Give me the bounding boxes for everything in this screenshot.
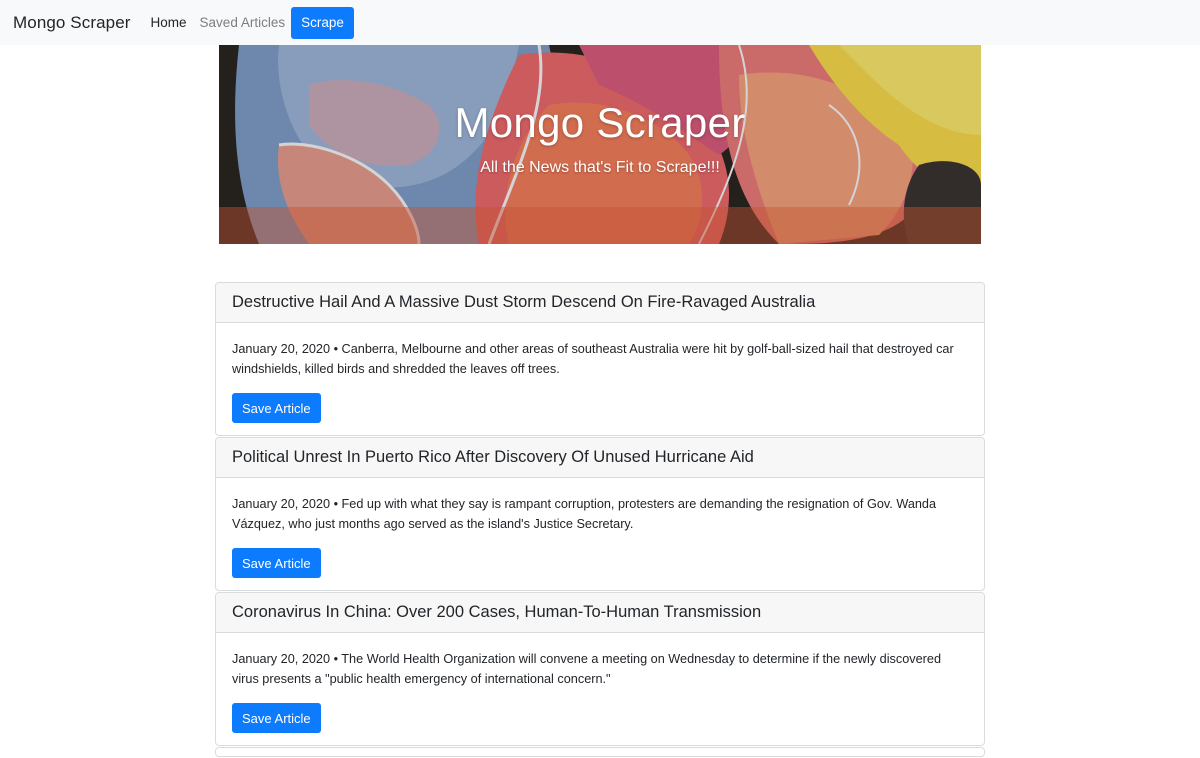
- article-list: Destructive Hail And A Massive Dust Stor…: [215, 282, 985, 758]
- save-article-button[interactable]: Save Article: [232, 703, 321, 733]
- article-summary: January 20, 2020 • The World Health Orga…: [232, 652, 942, 686]
- article-card: Coronavirus In China: Over 200 Cases, Hu…: [215, 592, 985, 746]
- article-body: January 20, 2020 • Canberra, Melbourne a…: [216, 323, 984, 423]
- article-headline: Coronavirus In China: Over 200 Cases, Hu…: [216, 593, 984, 633]
- article-headline: Political Unrest In Puerto Rico After Di…: [216, 438, 984, 478]
- article-headline: Destructive Hail And A Massive Dust Stor…: [216, 283, 984, 323]
- save-article-button[interactable]: Save Article: [232, 393, 321, 423]
- hero-banner: Mongo Scraper All the News that's Fit to…: [219, 45, 981, 244]
- article-body: January 20, 2020 • The World Health Orga…: [216, 633, 984, 733]
- nav-link-home[interactable]: Home: [151, 15, 187, 30]
- nav-link-saved-articles[interactable]: Saved Articles: [200, 15, 286, 30]
- article-body: January 20, 2020 • Fed up with what they…: [216, 478, 984, 578]
- hero-subtitle: All the News that's Fit to Scrape!!!: [480, 159, 720, 176]
- hero-title: Mongo Scraper: [454, 99, 746, 146]
- scrape-button[interactable]: Scrape: [291, 6, 354, 39]
- article-card: Destructive Hail And A Massive Dust Stor…: [215, 282, 985, 436]
- navbar-brand[interactable]: Mongo Scraper: [13, 13, 131, 33]
- top-navbar: Mongo Scraper Home Saved Articles Scrape: [0, 0, 1200, 45]
- save-article-button[interactable]: Save Article: [232, 548, 321, 578]
- article-summary: January 20, 2020 • Canberra, Melbourne a…: [232, 342, 954, 376]
- article-summary: January 20, 2020 • Fed up with what they…: [232, 497, 937, 531]
- article-card: Political Unrest In Puerto Rico After Di…: [215, 437, 985, 591]
